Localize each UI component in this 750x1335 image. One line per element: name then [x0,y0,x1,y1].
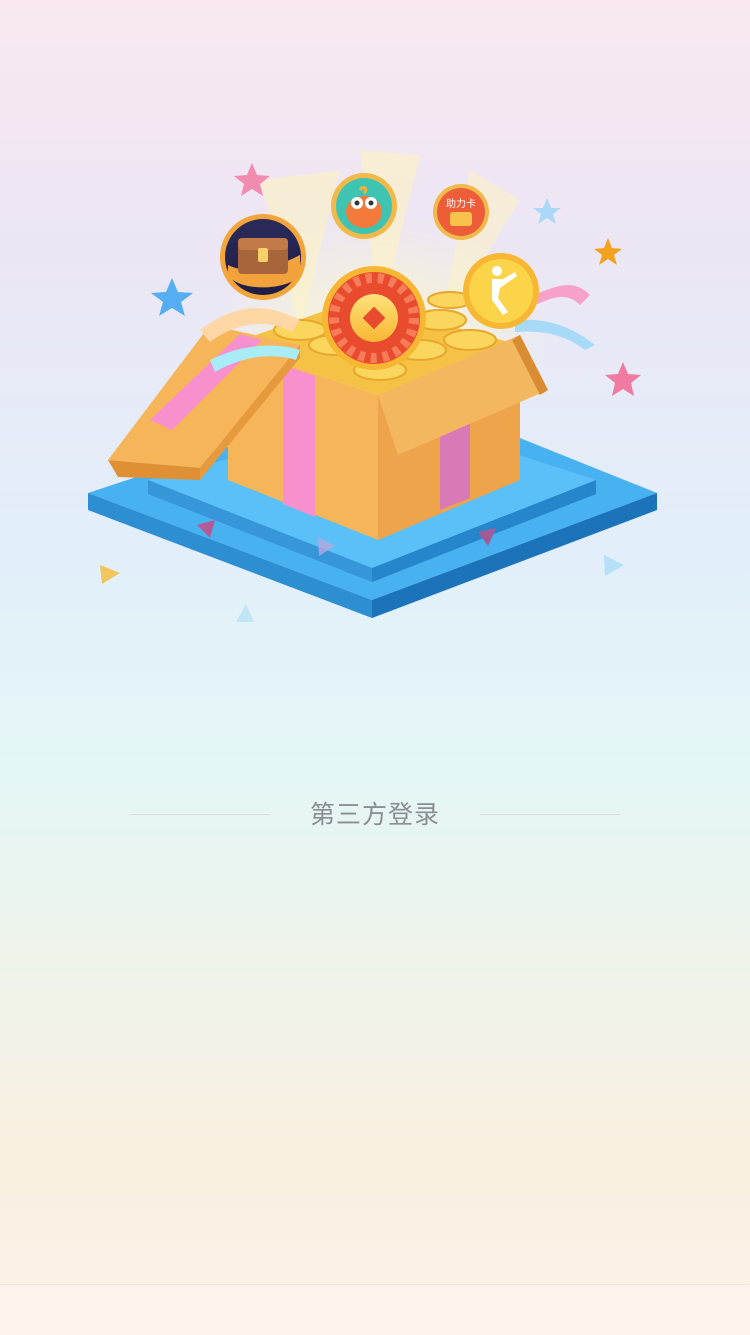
helper-card-text: 助力卡 [446,197,476,210]
owl-badge [331,173,397,239]
bottom-bar [0,1284,750,1335]
divider-line-right [480,814,620,815]
wallet-icon [450,212,472,226]
lucky-wheel-badge [322,266,426,370]
third-party-login-label: 第三方登录 [309,800,440,829]
gift-box-illustration: 助力卡 [88,150,657,622]
treasure-chest-badge [220,214,306,300]
jump-badge [463,253,539,329]
divider-line-left [130,814,270,815]
helper-card-badge: 助力卡 [433,184,489,240]
